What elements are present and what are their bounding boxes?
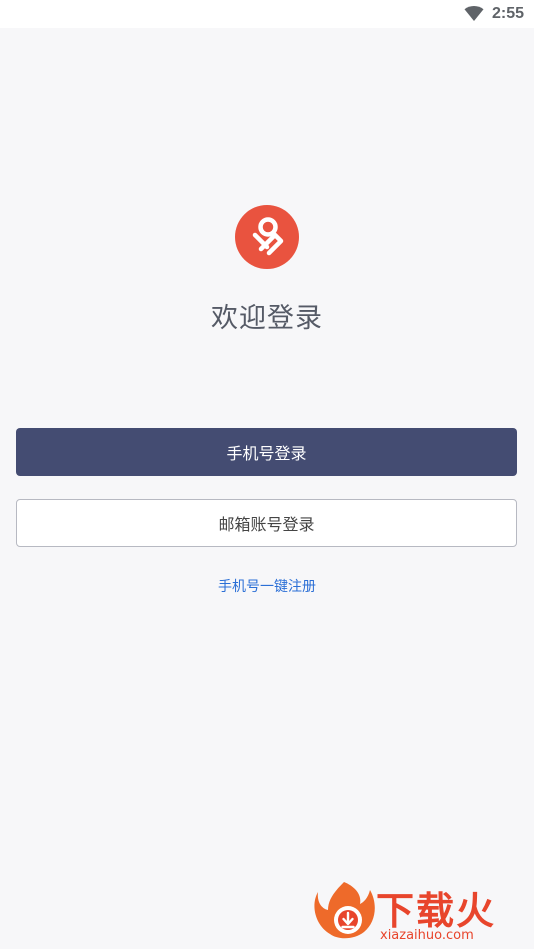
status-bar: 2:55	[0, 0, 534, 28]
phone-login-button[interactable]: 手机号登录	[16, 428, 517, 476]
email-login-button[interactable]: 邮箱账号登录	[16, 499, 517, 547]
welcome-title: 欢迎登录	[211, 303, 323, 334]
wifi-icon	[464, 6, 484, 21]
status-time: 2:55	[491, 5, 524, 22]
app-logo-icon	[235, 205, 299, 269]
login-screen: 2:55 欢迎登录 手机号登录 邮箱账号登录 手机号一键注册 下载火 xiaza…	[0, 0, 534, 949]
phone-register-link[interactable]: 手机号一键注册	[0, 576, 534, 596]
watermark: 下载火 xiazaihuo.com	[314, 878, 534, 946]
status-indicators: 2:55	[464, 4, 524, 24]
flame-download-icon	[314, 882, 375, 939]
watermark-url: xiazaihuo.com	[380, 928, 474, 943]
watermark-brand: 下载火	[376, 889, 497, 933]
